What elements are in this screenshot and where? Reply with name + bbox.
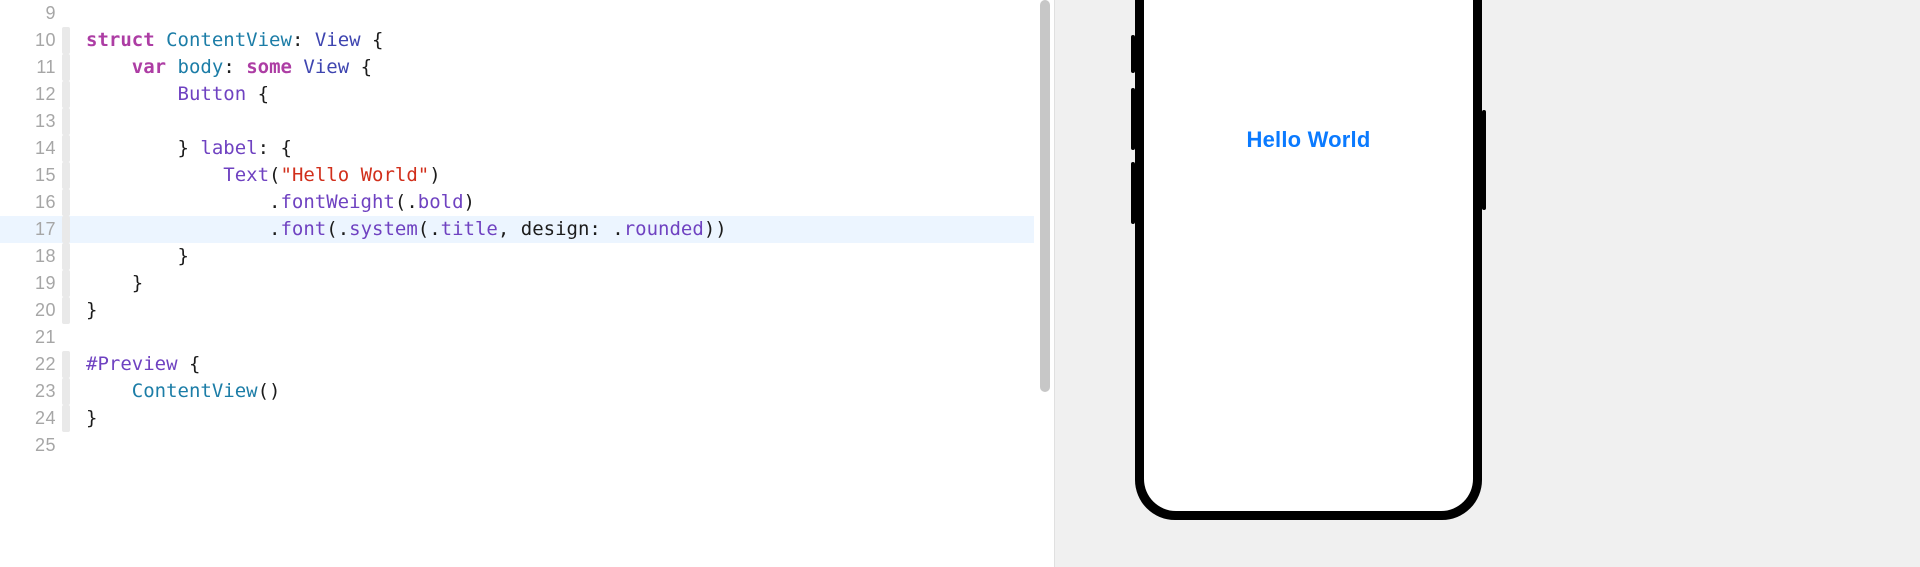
fold-ribbon[interactable] (62, 243, 72, 270)
line-number[interactable]: 15 (0, 162, 60, 189)
code-line[interactable]: 16 .fontWeight(.bold) (0, 189, 1034, 216)
code-content[interactable]: ContentView() (74, 378, 1034, 405)
code-line[interactable]: 13 (0, 108, 1034, 135)
line-number[interactable]: 23 (0, 378, 60, 405)
fold-ribbon[interactable] (62, 378, 72, 405)
code-content[interactable]: struct ContentView: View { (74, 27, 1034, 54)
device-volume-down (1131, 162, 1135, 224)
code-content[interactable]: } (74, 243, 1034, 270)
fold-ribbon (62, 324, 72, 351)
fold-ribbon[interactable] (62, 405, 72, 432)
code-content[interactable]: } (74, 405, 1034, 432)
fold-ribbon (62, 0, 72, 27)
line-number[interactable]: 13 (0, 108, 60, 135)
line-number[interactable]: 14 (0, 135, 60, 162)
device-volume-up (1131, 88, 1135, 150)
line-number[interactable]: 11 (0, 54, 60, 81)
code-content[interactable]: } label: { (74, 135, 1034, 162)
code-content[interactable]: } (74, 270, 1034, 297)
line-number[interactable]: 18 (0, 243, 60, 270)
code-line[interactable]: 12 Button { (0, 81, 1034, 108)
line-number[interactable]: 22 (0, 351, 60, 378)
line-number[interactable]: 25 (0, 432, 60, 459)
fold-ribbon[interactable] (62, 27, 72, 54)
line-number[interactable]: 20 (0, 297, 60, 324)
code-line[interactable]: 24} (0, 405, 1034, 432)
code-line[interactable]: 17 .font(.system(.title, design: .rounde… (0, 216, 1034, 243)
line-number[interactable]: 21 (0, 324, 60, 351)
code-line[interactable]: 10 struct ContentView: View { (0, 27, 1034, 54)
code-content[interactable]: Button { (74, 81, 1034, 108)
code-line[interactable]: 25 (0, 432, 1034, 459)
line-number[interactable]: 19 (0, 270, 60, 297)
code-line[interactable]: 21 (0, 324, 1034, 351)
code-line[interactable]: 19 } (0, 270, 1034, 297)
code-content[interactable]: .fontWeight(.bold) (74, 189, 1034, 216)
code-line[interactable]: 20} (0, 297, 1034, 324)
editor-scrollbar[interactable] (1034, 0, 1054, 567)
device-screen[interactable]: Hello World (1144, 0, 1473, 511)
code-line[interactable]: 15 Text("Hello World") (0, 162, 1034, 189)
fold-ribbon[interactable] (62, 54, 72, 81)
fold-ribbon[interactable] (62, 189, 72, 216)
fold-ribbon[interactable] (62, 270, 72, 297)
code-editor[interactable]: 910struct ContentView: View {11 var body… (0, 0, 1034, 567)
code-line[interactable]: 11 var body: some View { (0, 54, 1034, 81)
line-number[interactable]: 24 (0, 405, 60, 432)
fold-ribbon[interactable] (62, 108, 72, 135)
code-content[interactable]: var body: some View { (74, 54, 1034, 81)
preview-canvas[interactable]: Hello World (1054, 0, 1920, 567)
fold-ribbon[interactable] (62, 162, 72, 189)
code-content[interactable]: .font(.system(.title, design: .rounded)) (74, 216, 1034, 243)
line-number[interactable]: 17 (0, 216, 60, 243)
fold-ribbon[interactable] (62, 135, 72, 162)
line-number[interactable]: 12 (0, 81, 60, 108)
fold-ribbon (62, 432, 72, 459)
code-line[interactable]: 22 #Preview { (0, 351, 1034, 378)
line-number[interactable]: 9 (0, 0, 60, 27)
scrollbar-thumb[interactable] (1040, 0, 1050, 392)
scrollbar-track[interactable] (1038, 0, 1052, 567)
device-frame: Hello World (1135, 0, 1482, 520)
code-content[interactable]: #Preview { (74, 351, 1034, 378)
code-line[interactable]: 9 (0, 0, 1034, 27)
preview-button[interactable]: Hello World (1246, 127, 1370, 153)
line-number[interactable]: 10 (0, 27, 60, 54)
code-content[interactable]: } (74, 297, 1034, 324)
fold-ribbon[interactable] (62, 81, 72, 108)
fold-ribbon[interactable] (62, 297, 72, 324)
code-line[interactable]: 14 } label: { (0, 135, 1034, 162)
device-mute-switch (1131, 35, 1135, 73)
code-line[interactable]: 18 } (0, 243, 1034, 270)
device-power-button (1482, 110, 1486, 210)
fold-ribbon[interactable] (62, 351, 72, 378)
xcode-window: 910struct ContentView: View {11 var body… (0, 0, 1920, 567)
fold-ribbon[interactable] (62, 216, 72, 243)
code-content[interactable]: Text("Hello World") (74, 162, 1034, 189)
code-line[interactable]: 23 ContentView() (0, 378, 1034, 405)
line-number[interactable]: 16 (0, 189, 60, 216)
